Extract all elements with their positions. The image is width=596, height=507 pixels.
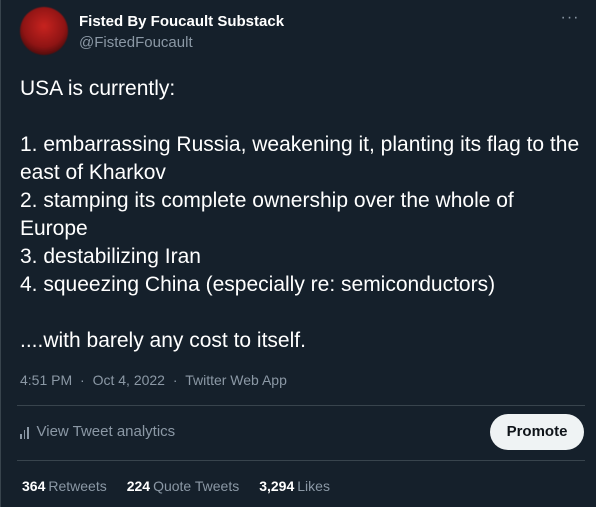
user-block: Fisted By Foucault Substack @FistedFouca… <box>79 12 284 53</box>
divider <box>17 460 585 461</box>
likes-count: 3,294 <box>259 478 295 494</box>
avatar[interactable] <box>20 7 68 55</box>
bar-chart-icon <box>20 427 29 439</box>
view-analytics-link[interactable]: View Tweet analytics <box>20 422 175 442</box>
likes-label: Likes <box>297 478 330 494</box>
retweets-count: 364 <box>22 478 46 494</box>
view-analytics-label: View Tweet analytics <box>36 423 176 440</box>
tweet-date[interactable]: Oct 4, 2022 <box>93 372 165 388</box>
meta-separator: · <box>172 372 178 388</box>
promote-button[interactable]: Promote <box>490 414 584 450</box>
tweet-detail: Fisted By Foucault Substack @FistedFouca… <box>0 0 596 507</box>
tweet-stats: 364 Retweets 224 Quote Tweets 3,294 Likes <box>22 476 330 496</box>
likes-stat[interactable]: 3,294 Likes <box>259 476 330 496</box>
divider <box>17 405 585 406</box>
more-horizontal-icon[interactable]: ··· <box>558 8 582 32</box>
meta-separator: · <box>80 372 85 388</box>
retweets-stat[interactable]: 364 Retweets <box>22 476 107 496</box>
tweet-time[interactable]: 4:51 PM <box>20 372 72 388</box>
quote-tweets-count: 224 <box>126 478 151 494</box>
author-handle[interactable]: @FistedFoucault <box>79 33 284 53</box>
tweet-meta: 4:51 PM · Oct 4, 2022 · Twitter Web App <box>20 370 287 390</box>
quote-tweets-label: Quote Tweets <box>153 478 240 494</box>
tweet-source[interactable]: Twitter Web App <box>185 372 287 388</box>
retweets-label: Retweets <box>48 478 107 494</box>
quote-tweets-stat[interactable]: 224 Quote Tweets <box>127 476 240 496</box>
tweet-text: USA is currently: 1. embarrassing Russia… <box>20 77 580 352</box>
author-display-name[interactable]: Fisted By Foucault Substack <box>79 12 284 32</box>
